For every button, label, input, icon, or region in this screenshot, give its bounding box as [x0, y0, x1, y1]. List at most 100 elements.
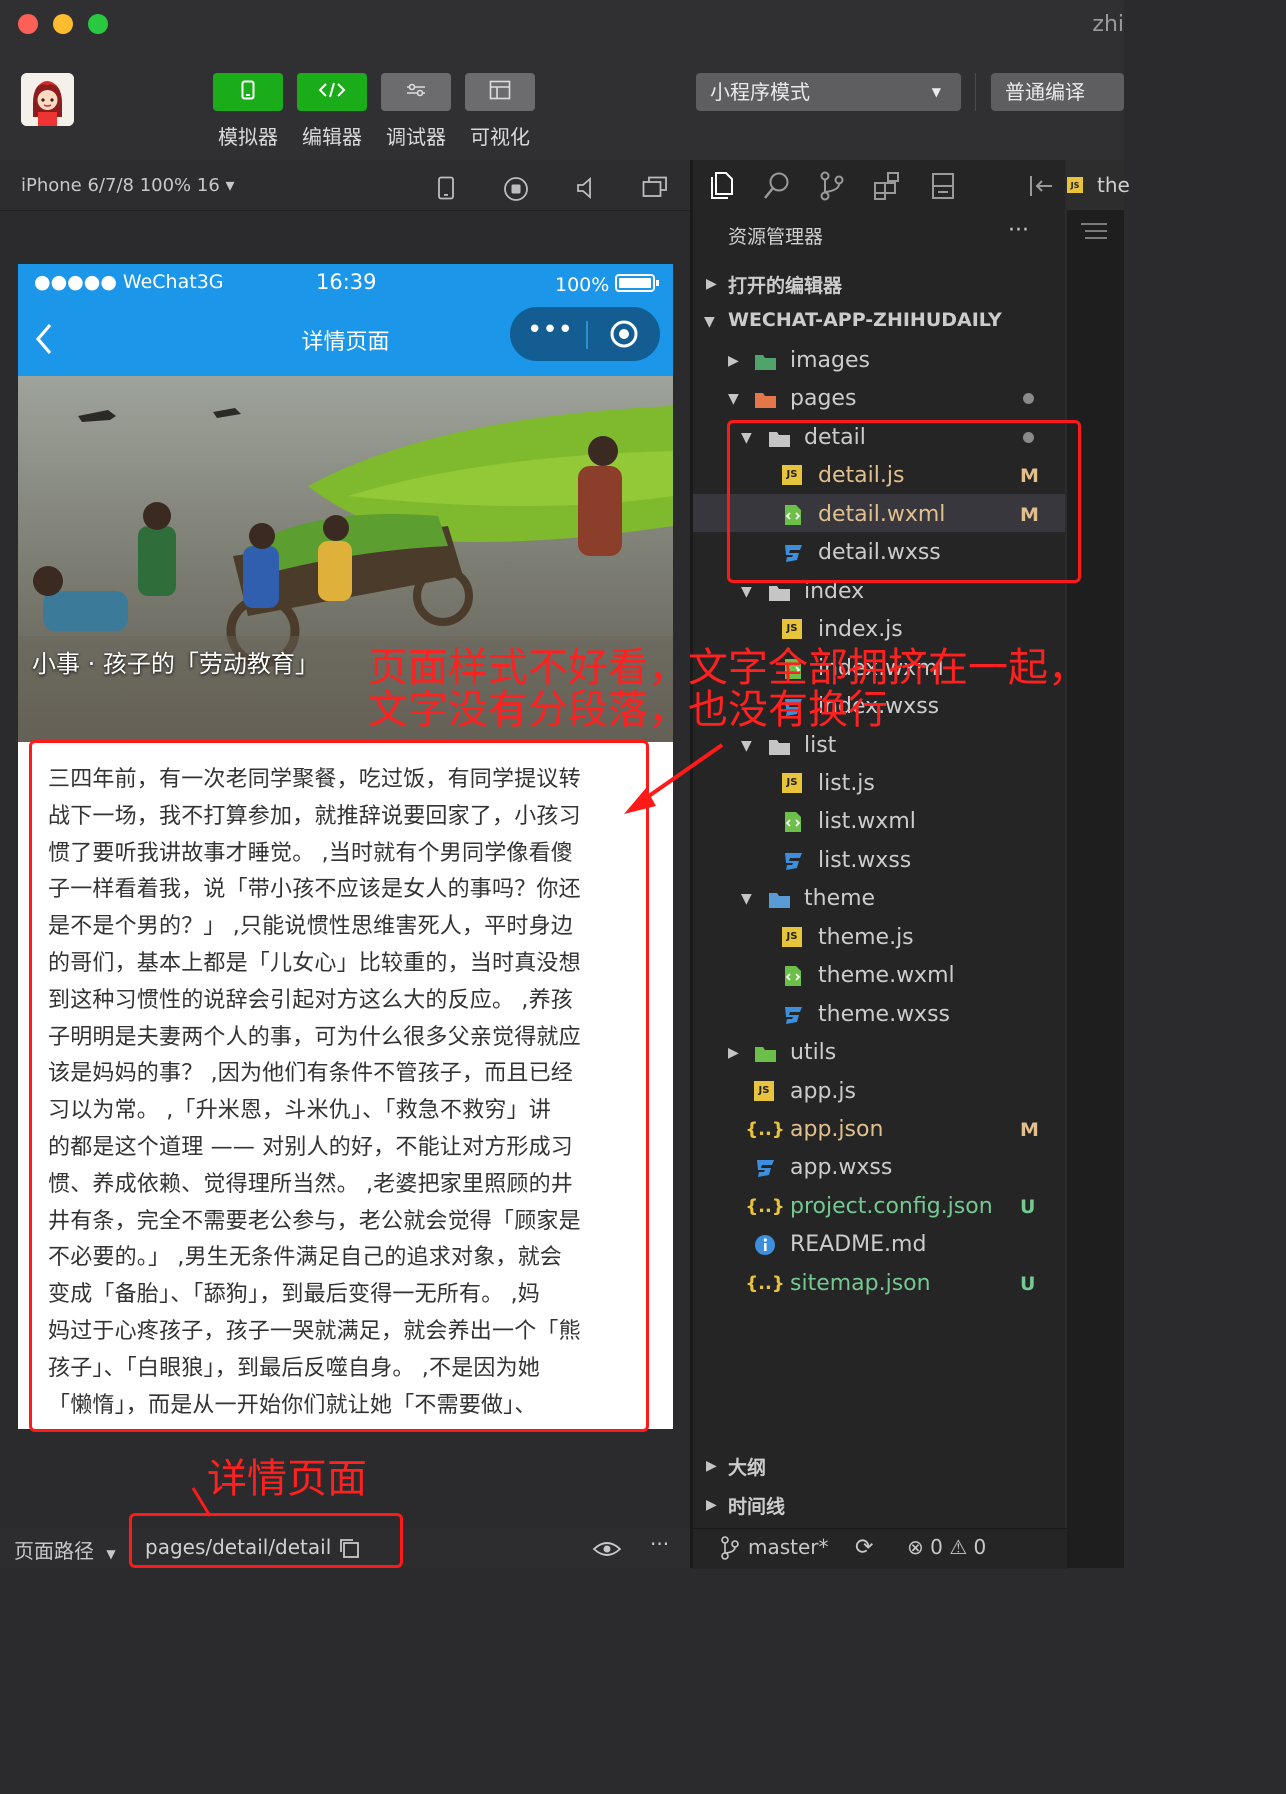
more-dots-icon[interactable]: ••• — [527, 315, 573, 345]
editor-tab-label: the — [1097, 173, 1130, 197]
folder-icon — [754, 388, 776, 410]
debugger-label: 调试器 — [386, 125, 446, 149]
tree-file-README-md[interactable]: README.md — [693, 1226, 1065, 1264]
js-file-icon: JS — [754, 1080, 774, 1101]
files-icon[interactable] — [706, 171, 734, 205]
chevron-down-icon: ▼ — [728, 391, 739, 408]
tree-file-theme-wxss[interactable]: theme.wxss — [693, 996, 1065, 1034]
folder-icon — [768, 888, 790, 910]
search-icon[interactable] — [763, 171, 791, 205]
extensions-icon[interactable] — [873, 171, 901, 205]
wxss-file-icon — [782, 850, 804, 872]
user-avatar[interactable] — [21, 73, 74, 126]
chevron-right-icon: ▶ — [728, 1045, 739, 1062]
tree-item-label: theme — [804, 886, 876, 912]
editor-toggle-button[interactable] — [297, 73, 367, 111]
problems-indicator[interactable]: ⊗ 0 ⚠ 0 — [907, 1535, 986, 1559]
close-window-button[interactable] — [18, 14, 38, 34]
volume-icon[interactable] — [574, 176, 596, 205]
detach-window-icon[interactable] — [642, 176, 668, 203]
chevron-down-icon: ▼ — [741, 891, 752, 908]
visual-toggle-button[interactable] — [465, 73, 535, 111]
tree-file-theme-wxml[interactable]: theme.wxml — [693, 957, 1065, 995]
tree-file-list-wxml[interactable]: list.wxml — [693, 803, 1065, 841]
open-editors-section[interactable]: 打开的编辑器 — [728, 271, 842, 298]
minimize-window-button[interactable] — [53, 14, 73, 34]
sync-icon[interactable]: ⟳ — [855, 1535, 873, 1560]
tree-item-label: images — [790, 348, 870, 373]
debugger-toggle-button[interactable] — [381, 73, 451, 111]
compile-select[interactable]: 普通编译 — [991, 73, 1124, 111]
tree-file-project-config-json[interactable]: {..} project.config.json U — [693, 1188, 1065, 1226]
tree-file-index-js[interactable]: JS index.js — [693, 611, 1065, 649]
tree-folder-theme[interactable]: ▼ theme — [693, 880, 1065, 918]
toolbar-divider — [975, 73, 976, 111]
window-title: zhi — [1092, 12, 1124, 37]
tree-item-label: project.config.json — [790, 1193, 993, 1219]
compile-select-value: 普通编译 — [1005, 80, 1085, 104]
tree-file-list-wxss[interactable]: list.wxss — [693, 842, 1065, 880]
tree-folder-pages[interactable]: ▼ pages — [693, 380, 1065, 418]
tree-file-app-wxss[interactable]: app.wxss — [693, 1149, 1065, 1187]
tree-file-app-json[interactable]: {..} app.json M — [693, 1111, 1065, 1149]
detail-folder-highlight-box — [727, 420, 1081, 583]
js-file-icon: JS — [1067, 177, 1083, 193]
storage-icon[interactable] — [930, 171, 958, 205]
editor-tab[interactable]: JS the — [1067, 160, 1130, 210]
outline-section[interactable]: 大纲 — [728, 1453, 766, 1480]
mode-select[interactable]: 小程序模式 ▼ — [696, 73, 961, 111]
tree-item-label: theme.js — [818, 924, 914, 950]
tree-folder-images[interactable]: ▶ images — [693, 342, 1065, 380]
avatar-icon — [21, 73, 74, 126]
record-icon[interactable] — [503, 176, 529, 207]
tree-item-label: theme.wxss — [818, 1001, 950, 1027]
device-select[interactable]: iPhone 6/7/8 100% 16 ▾ — [21, 175, 235, 196]
close-mini-program-icon[interactable] — [609, 319, 639, 353]
collapse-panel-icon[interactable] — [1028, 174, 1054, 202]
git-branch-label[interactable]: master* — [748, 1535, 829, 1559]
simulator-label: 模拟器 — [218, 125, 278, 149]
capsule-menu[interactable]: ••• — [510, 307, 660, 361]
carrier-label: ●●●●● WeChat3G — [34, 271, 224, 293]
mode-select-value: 小程序模式 — [710, 80, 810, 104]
tree-item-label: utils — [790, 1040, 837, 1066]
clock-label: 16:39 — [316, 270, 377, 294]
wxss-file-icon — [754, 1157, 776, 1179]
article-highlight-box — [29, 740, 649, 1432]
wxss-file-icon — [782, 1004, 804, 1026]
git-status-badge: M — [1020, 1119, 1039, 1141]
explorer-more-icon[interactable]: ··· — [1008, 218, 1029, 243]
json-file-icon: {..} — [745, 1195, 785, 1217]
tree-folder-utils[interactable]: ▶ utils — [693, 1034, 1065, 1072]
tree-item-label: app.wxss — [790, 1155, 893, 1181]
eye-icon[interactable] — [592, 1540, 622, 1562]
tree-file-theme-js[interactable]: JS theme.js — [693, 919, 1065, 957]
js-file-icon: JS — [782, 619, 802, 640]
wxml-file-icon — [782, 965, 804, 987]
zoom-window-button[interactable] — [88, 14, 108, 34]
project-section[interactable]: WECHAT-APP-ZHIHUDAILY — [728, 309, 1002, 331]
tree-file-list-js[interactable]: JS list.js — [693, 765, 1065, 803]
tree-item-label: list.wxss — [818, 847, 912, 873]
page-path-select[interactable]: 页面路径 ▼ — [14, 1535, 116, 1564]
git-status-badge: U — [1020, 1195, 1036, 1218]
annotation-main-line1: 页面样式不好看，文字全部拥挤在一起， — [368, 645, 1088, 691]
chevron-down-icon: ▼ — [931, 85, 941, 99]
tree-item-label: README.md — [790, 1232, 927, 1258]
more-actions-icon[interactable]: ··· — [650, 1532, 669, 1556]
tree-item-label: app.json — [790, 1117, 884, 1142]
warning-count: 0 — [973, 1535, 987, 1559]
code-icon — [317, 81, 347, 103]
battery-icon — [615, 273, 661, 297]
tree-file-app-js[interactable]: JS app.js — [693, 1073, 1065, 1111]
info-file-icon — [754, 1234, 776, 1256]
tree-file-sitemap-json[interactable]: {..} sitemap.json U — [693, 1265, 1065, 1303]
tree-item-label: pages — [790, 386, 857, 412]
source-control-icon[interactable] — [818, 171, 846, 205]
outline-list-icon[interactable] — [1081, 222, 1107, 244]
device-rotate-icon[interactable] — [437, 176, 455, 205]
error-icon: ⊗ — [907, 1535, 924, 1559]
capsule-divider — [586, 321, 588, 349]
simulator-toggle-button[interactable] — [213, 73, 283, 111]
timeline-section[interactable]: 时间线 — [728, 1492, 785, 1519]
